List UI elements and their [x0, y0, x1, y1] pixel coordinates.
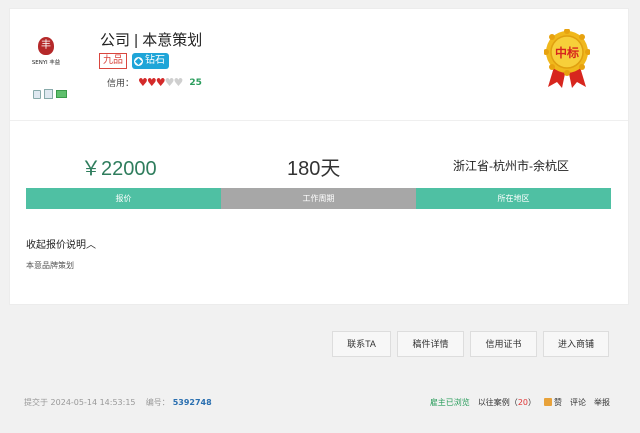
heart-empty-icon: ♥: [164, 76, 175, 89]
bid-price: ￥22000: [81, 158, 157, 180]
like-label: 赞: [554, 398, 562, 407]
summary-values: ￥22000 180天 浙江省-杭州市-余杭区: [10, 122, 628, 186]
credit-rating: 信用： ♥♥♥♥♥ 25: [107, 76, 202, 89]
credit-label: 信用：: [107, 79, 135, 89]
logo-mark-icon: 丰: [38, 37, 54, 55]
winning-medal-icon: 中标: [544, 29, 590, 88]
action-buttons: 联系TA 稿件详情 信用证书 进入商铺: [0, 331, 640, 357]
number-label: 编号：: [145, 398, 170, 407]
past-cases-count: 20: [517, 398, 528, 407]
won-badge-text: 中标: [555, 45, 579, 60]
heart-filled-icon: ♥: [155, 76, 166, 89]
level-badge: 九品: [99, 53, 127, 69]
shop-name[interactable]: 公司 | 本意策划: [100, 29, 202, 50]
heart-filled-icon: ♥: [146, 76, 157, 89]
diamond-badge: 钻石: [132, 53, 169, 69]
shop-logo[interactable]: 丰 SENYI 丰益: [28, 37, 64, 75]
report-link[interactable]: 举报: [594, 397, 610, 408]
submitted-prefix: 提交于: [24, 398, 48, 407]
logo-text: SENYI 丰益: [31, 59, 61, 66]
collapse-quote-notes-toggle[interactable]: 收起报价说明︿: [26, 236, 96, 251]
summary-labels-bar: 报价 工作周期 所在地区: [26, 188, 611, 209]
bid-header: 丰 SENYI 丰益 公司 | 本意策划 九品 钻石 信用： ♥♥♥♥♥ 25: [10, 9, 628, 121]
submission-info: 提交于 2024-05-14 14:53:15 编号： 5392748: [24, 397, 212, 408]
heart-filled-icon: ♥: [138, 76, 148, 89]
price-label: 报价: [26, 188, 221, 209]
bid-footer: 提交于 2024-05-14 14:53:15 编号： 5392748 雇主已浏览…: [0, 390, 640, 414]
bid-number: 5392748: [172, 398, 212, 407]
thumbs-up-icon: [544, 398, 552, 406]
toggle-label: 收起报价说明: [26, 240, 86, 251]
bid-card: 丰 SENYI 丰益 公司 | 本意策划 九品 钻石 信用： ♥♥♥♥♥ 25: [9, 8, 629, 305]
credit-hearts: ♥♥♥♥♥: [138, 76, 184, 89]
credit-score: 25: [189, 77, 202, 88]
past-cases-suffix: ）: [528, 398, 536, 407]
draft-details-button[interactable]: 稿件详情: [397, 331, 464, 357]
past-cases-link[interactable]: 以往案例（20）: [478, 397, 536, 408]
credit-certificate-button[interactable]: 信用证书: [470, 331, 537, 357]
bidder-region: 浙江省-杭州市-余杭区: [453, 159, 569, 173]
diamond-label: 钻石: [145, 55, 165, 66]
work-period: 180天: [287, 158, 341, 180]
enter-shop-button[interactable]: 进入商铺: [543, 331, 609, 357]
id-verified-icon[interactable]: [33, 89, 41, 99]
period-label: 工作周期: [221, 188, 416, 209]
bank-verified-icon[interactable]: [56, 90, 67, 98]
past-cases-label: 以往案例（: [477, 398, 518, 407]
employer-viewed-status: 雇主已浏览: [429, 398, 470, 407]
contact-button[interactable]: 联系TA: [332, 331, 391, 357]
heart-empty-icon: ♥: [173, 76, 184, 89]
diamond-icon: [134, 56, 143, 66]
verification-badges: [33, 89, 67, 99]
submitted-time: 2024-05-14 14:53:15: [50, 398, 136, 407]
phone-verified-icon[interactable]: [44, 89, 53, 99]
region-label: 所在地区: [416, 188, 611, 209]
chevron-up-icon: ︿: [86, 240, 96, 251]
footer-links: 雇主已浏览 以往案例（20） 赞 评论 举报: [430, 397, 610, 408]
comment-link[interactable]: 评论: [570, 397, 586, 408]
like-button[interactable]: 赞: [544, 397, 562, 408]
quote-description: 本意品牌策划: [26, 261, 74, 270]
